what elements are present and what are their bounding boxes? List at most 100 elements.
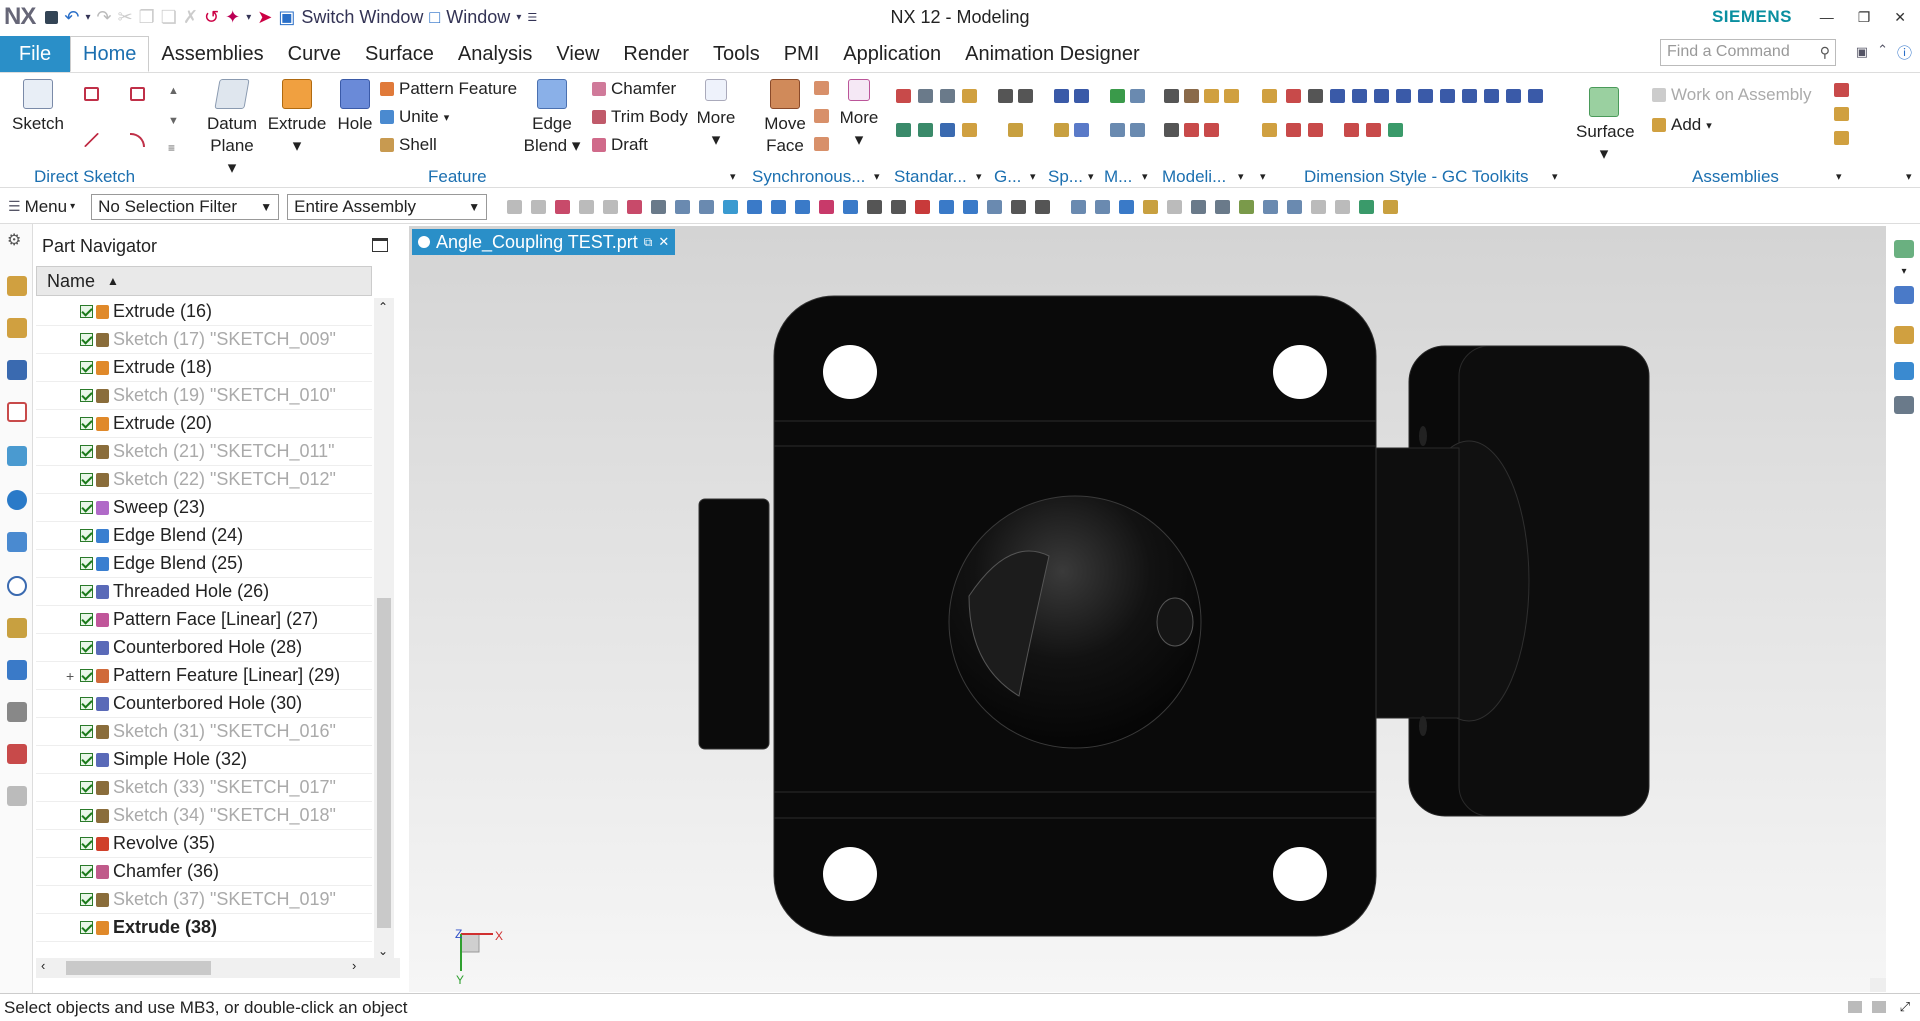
visibility-checkbox[interactable]	[80, 445, 93, 458]
tab-application[interactable]: Application	[831, 36, 953, 72]
feature-more-dropdown-icon[interactable]: ▾	[694, 129, 738, 151]
history-icon[interactable]	[7, 532, 27, 552]
system-materials-icon[interactable]	[7, 618, 27, 638]
snap-tool-2-icon[interactable]	[531, 199, 547, 214]
undo-icon[interactable]: ↶	[64, 7, 79, 28]
synchronous-more-button[interactable]: More ▾	[836, 79, 882, 151]
menu-button[interactable]: Menu	[25, 197, 68, 217]
customize-quick-access-icon[interactable]: ☰	[527, 11, 537, 24]
snap-tool-17-icon[interactable]	[891, 199, 907, 214]
tab-animation-designer[interactable]: Animation Designer	[953, 36, 1152, 72]
gc-tool-14-icon[interactable]	[1262, 123, 1277, 137]
standard-tool-3-icon[interactable]	[940, 89, 955, 103]
tree-row[interactable]: Simple Hole (32)	[36, 746, 372, 774]
modeli-tool-4-icon[interactable]	[1224, 89, 1239, 103]
snap-tool-7-icon[interactable]	[651, 199, 667, 214]
sp-tool-4-icon[interactable]	[1074, 123, 1089, 137]
snap-tool-15-icon[interactable]	[843, 199, 859, 214]
graphics-window[interactable]: X Y Z	[409, 226, 1886, 992]
direct-sketch-more-icon[interactable]: ≡	[168, 141, 175, 155]
visibility-checkbox[interactable]	[80, 529, 93, 542]
rectangle-icon[interactable]	[130, 87, 145, 101]
gc-tool-15-icon[interactable]	[1286, 123, 1301, 137]
visibility-checkbox[interactable]	[80, 473, 93, 486]
snap-tool-9-icon[interactable]	[699, 199, 715, 214]
navigator-horizontal-scrollbar[interactable]: ‹ ›	[36, 958, 400, 978]
scroll-right-icon[interactable]: ›	[352, 958, 356, 973]
hd3d-tools-icon[interactable]	[7, 446, 27, 466]
m-tool-4-icon[interactable]	[1130, 123, 1145, 137]
feature-more-button[interactable]: More ▾	[694, 79, 738, 151]
sweep-tool-icon[interactable]	[1894, 286, 1914, 304]
gc-tool-16-icon[interactable]	[1308, 123, 1323, 137]
dimension-style-group-options-icon[interactable]: ▾	[1552, 170, 1558, 183]
tree-row[interactable]: Sweep (23)	[36, 494, 372, 522]
window-menu-button[interactable]: Window	[446, 7, 510, 28]
cut-icon[interactable]: ✂	[118, 7, 133, 28]
bolt-hole-top-left[interactable]	[823, 345, 877, 399]
sp-tool-2-icon[interactable]	[1074, 89, 1089, 103]
roles-icon[interactable]	[7, 744, 27, 764]
visibility-checkbox[interactable]	[80, 557, 93, 570]
add-component-dropdown-icon[interactable]: ▾	[1706, 119, 1712, 132]
pattern-feature-button[interactable]: Pattern Feature	[380, 79, 517, 99]
m-tool-2-icon[interactable]	[1130, 89, 1145, 103]
visibility-checkbox[interactable]	[80, 781, 93, 794]
direct-sketch-dropdown-icon[interactable]: ▼	[168, 115, 179, 127]
work-on-assembly-button[interactable]: Work on Assembly	[1652, 85, 1811, 105]
modeli-tool-7-icon[interactable]	[1204, 123, 1219, 137]
synchronous-more-dropdown-icon[interactable]: ▾	[836, 129, 882, 151]
menu-icon[interactable]: ☰	[8, 198, 21, 215]
view-tool-2-icon[interactable]	[1095, 199, 1111, 214]
m-tool-1-icon[interactable]	[1110, 89, 1125, 103]
tree-row[interactable]: Chamfer (36)	[36, 858, 372, 886]
surface-dropdown-icon[interactable]: ▾	[1576, 143, 1632, 165]
gc-tool-19-icon[interactable]	[1388, 123, 1403, 137]
m-tool-3-icon[interactable]	[1110, 123, 1125, 137]
ribbon-overflow-icon[interactable]: ▾	[1906, 170, 1912, 183]
delete-face-icon[interactable]	[814, 137, 829, 151]
standard-group-options-icon[interactable]: ▾	[976, 170, 982, 183]
assembly-tool-1-icon[interactable]	[1834, 83, 1849, 97]
chamfer-button[interactable]: Chamfer	[592, 79, 676, 99]
g-group-options-icon[interactable]: ▾	[1030, 170, 1036, 183]
visibility-checkbox[interactable]	[80, 501, 93, 514]
touch-dropdown-icon[interactable]: ▾	[246, 12, 251, 23]
tab-curve[interactable]: Curve	[276, 36, 353, 72]
g-tool-2-icon[interactable]	[1018, 89, 1033, 103]
snap-tool-21-icon[interactable]	[987, 199, 1003, 214]
tree-row[interactable]: Counterbored Hole (28)	[36, 634, 372, 662]
reuse-library-icon[interactable]	[7, 360, 27, 380]
add-component-button[interactable]: Add ▾	[1652, 115, 1712, 135]
tree-row[interactable]: Extrude (38)	[36, 914, 372, 942]
view-tool-9-icon[interactable]	[1263, 199, 1279, 214]
selection-filter-select[interactable]: No Selection Filter ▼	[91, 193, 280, 220]
tab-render[interactable]: Render	[611, 36, 701, 72]
search-icon[interactable]: ⚲	[1820, 44, 1830, 61]
modeli-group-options-icon[interactable]: ▾	[1238, 170, 1244, 183]
view-tool-10-icon[interactable]	[1287, 199, 1303, 214]
snap-tool-10-icon[interactable]	[723, 199, 739, 214]
constraint-navigator-icon[interactable]	[7, 318, 27, 338]
snap-tool-19-icon[interactable]	[939, 199, 955, 214]
web-browser-icon[interactable]	[7, 490, 27, 510]
snap-tool-13-icon[interactable]	[795, 199, 811, 214]
navigator-horizontal-scroll-thumb[interactable]	[66, 961, 211, 975]
restore-icon[interactable]: ❐	[1858, 9, 1871, 26]
snap-tool-23-icon[interactable]	[1035, 199, 1051, 214]
snap-tool-5-icon[interactable]	[603, 199, 619, 214]
tree-row[interactable]: Counterbored Hole (30)	[36, 690, 372, 718]
g-tool-3-icon[interactable]	[1008, 123, 1023, 137]
view-tool-12-icon[interactable]	[1335, 199, 1351, 214]
name-column-header[interactable]: Name ▲	[36, 266, 372, 296]
visibility-checkbox[interactable]	[80, 585, 93, 598]
visibility-checkbox[interactable]	[80, 669, 93, 682]
tree-row[interactable]: Sketch (34) "SKETCH_018"	[36, 802, 372, 830]
window-dropdown-icon[interactable]: ▾	[516, 12, 521, 23]
undo-dropdown-icon[interactable]: ▾	[85, 12, 90, 23]
visibility-checkbox[interactable]	[80, 305, 93, 318]
visibility-checkbox[interactable]	[80, 641, 93, 654]
help-icon[interactable]: ⓘ	[1897, 42, 1912, 63]
undock-tab-icon[interactable]: ⧉	[644, 235, 653, 250]
curve-tool-icon[interactable]	[1894, 326, 1914, 344]
